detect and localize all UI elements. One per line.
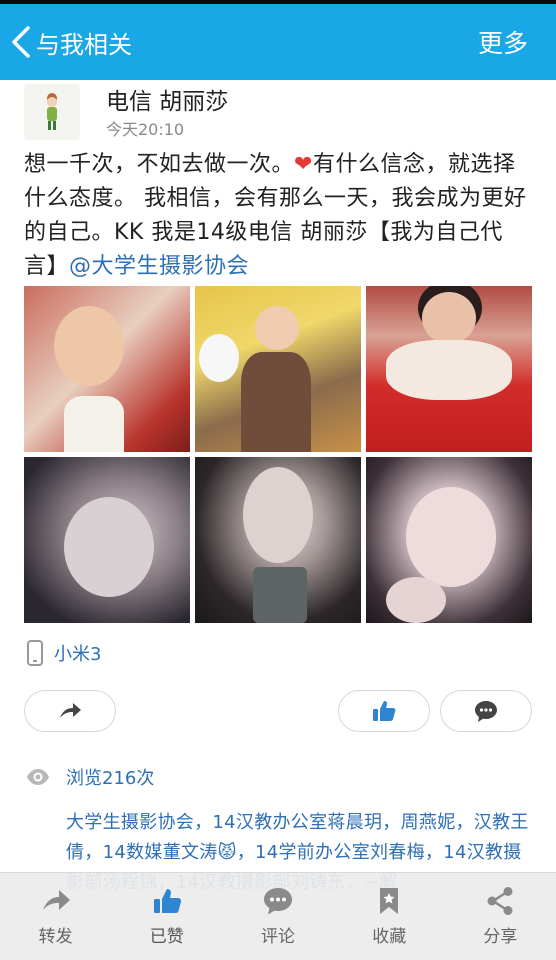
- tab-share[interactable]: 分享: [445, 873, 556, 960]
- view-count: 浏览216次: [26, 764, 154, 790]
- mention-link[interactable]: @大学生摄影协会: [69, 254, 249, 279]
- photo-3[interactable]: [366, 286, 532, 452]
- tab-forward[interactable]: 转发: [0, 873, 111, 960]
- back-button[interactable]: 与我相关: [8, 20, 132, 64]
- share-arrow-icon: [60, 703, 81, 718]
- more-button[interactable]: 更多: [478, 24, 528, 60]
- author-name[interactable]: 电信 胡丽莎: [106, 82, 228, 116]
- tab-favorite[interactable]: 收藏: [334, 873, 445, 960]
- bottom-tab-bar: 转发 已赞 评论 收藏 分享: [0, 872, 556, 960]
- tab-favorite-label: 收藏: [372, 927, 407, 947]
- eye-icon: [27, 769, 49, 785]
- device-name: 小米3: [54, 644, 102, 665]
- photo-4[interactable]: [24, 457, 190, 623]
- phone-icon: [27, 640, 43, 666]
- tab-comment[interactable]: 评论: [222, 873, 333, 960]
- tab-liked[interactable]: 已赞: [111, 873, 222, 960]
- top-bar: 与我相关 更多: [0, 4, 556, 80]
- post-text: 想一千次，不如去做一次。❤有什么信念，就选择什么态度。 我相信，会有那么一天，我…: [24, 148, 536, 284]
- share-icon: [487, 887, 513, 915]
- thumbs-up-icon: [373, 701, 396, 721]
- photo-1[interactable]: [24, 286, 190, 452]
- photo-2[interactable]: [195, 286, 361, 452]
- photo-6[interactable]: [366, 457, 532, 623]
- share-arrow-icon: [42, 890, 70, 910]
- page-title: 与我相关: [36, 30, 132, 59]
- tab-share-label: 分享: [483, 927, 518, 947]
- view-count-text: 浏览216次: [66, 768, 155, 789]
- post-text-part-1: 想一千次，不如去做一次。: [24, 152, 295, 177]
- avatar[interactable]: [24, 84, 80, 140]
- forward-button[interactable]: [24, 690, 116, 732]
- tab-forward-label: 转发: [38, 927, 73, 947]
- heart-emoji-icon: ❤: [294, 152, 313, 177]
- photo-5[interactable]: [195, 457, 361, 623]
- device-info[interactable]: 小米3: [26, 640, 101, 666]
- tab-liked-label: 已赞: [149, 927, 184, 947]
- comment-icon: [475, 701, 497, 722]
- comment-icon: [264, 888, 292, 915]
- post-time: 今天20:10: [106, 120, 185, 139]
- comment-button[interactable]: [440, 690, 532, 732]
- bookmark-icon: [380, 888, 399, 914]
- photo-grid: [24, 286, 532, 623]
- chevron-left-icon: [12, 26, 30, 58]
- tab-comment-label: 评论: [261, 927, 295, 947]
- emoji-cat-icon: 😾: [217, 842, 237, 863]
- thumbs-up-icon: [153, 889, 181, 913]
- like-button[interactable]: [338, 690, 430, 732]
